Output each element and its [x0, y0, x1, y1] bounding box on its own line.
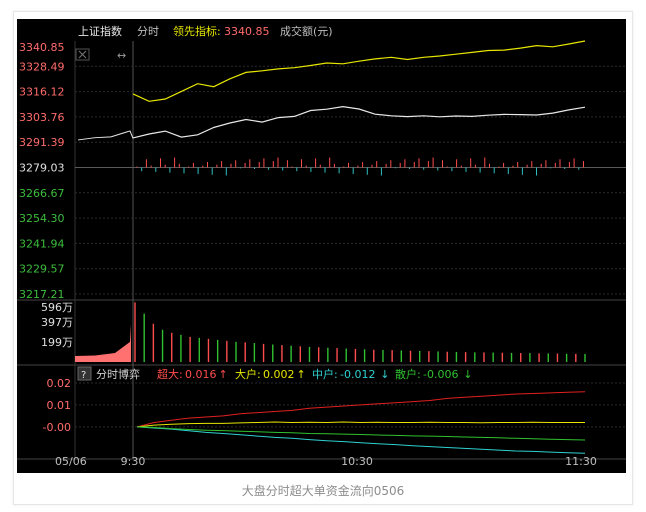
x-tick-label: 11:30: [565, 455, 597, 468]
volume-bars: [75, 302, 586, 362]
caption: 大盘分时超大单资金流向0506: [241, 484, 405, 498]
volume-y-label: 199万: [41, 336, 73, 349]
x-tick-label: 9:30: [121, 455, 146, 468]
y-tick-label: 3241.94: [19, 237, 65, 250]
volume-y-label: 397万: [41, 316, 73, 329]
legend-label: 中户:: [312, 367, 338, 381]
y-tick-label: 3328.49: [19, 60, 65, 73]
y-tick-label: 3316.12: [19, 86, 65, 99]
legend-value: 0.002: [263, 368, 295, 381]
volume-label: 成交额(元): [280, 24, 333, 38]
legend-arrow: ↑: [219, 368, 228, 381]
main-volume-bars: [136, 157, 584, 176]
flow-y-label: -0.00: [43, 421, 71, 434]
y-tick-label: 3340.85: [19, 41, 65, 54]
grid-lines: [17, 41, 626, 460]
flow-legend: 超大: 0.016 ↑ 大户: 0.002 ↑ 中户: -0.012 ↓ 散户: -0.006 ↓: [157, 367, 472, 381]
flow-title[interactable]: 分时博弈: [96, 367, 140, 381]
flow-y-label: 0.02: [47, 377, 72, 390]
legend-arrow: ↓: [380, 368, 389, 381]
axis-labels: 3340.85 3328.49 3316.12 3303.76 3291.39 3279.…: [19, 41, 597, 468]
y-tick-label: 3291.39: [19, 136, 65, 149]
x-tick-label: 05/06: [55, 455, 87, 468]
chart-svg: 3340.85 3328.49 3316.12 3303.76 3291.39 3279.…: [17, 24, 626, 468]
volume-y-label: 596万: [41, 301, 73, 314]
y-tick-label: 3254.30: [19, 212, 65, 225]
money-flow-lines: [136, 391, 586, 454]
index-name[interactable]: 上证指数: [78, 24, 122, 38]
help-icon[interactable]: ?: [77, 366, 92, 381]
y-tick-label: 3217.21: [19, 288, 65, 301]
flow-line-medium: [136, 426, 586, 454]
legend-label: 散户:: [395, 367, 421, 381]
flow-line-super_large: [136, 391, 586, 428]
legend-value: -0.006: [423, 368, 458, 381]
market-chart: 3340.85 3328.49 3316.12 3303.76 3291.39 3279.…: [17, 19, 626, 473]
flow-line-large: [136, 421, 585, 428]
mode-label[interactable]: 分时: [137, 25, 159, 38]
y-tick-label: 3229.57: [19, 263, 65, 276]
legend-label: 大户:: [235, 367, 261, 381]
x-tick-label: 10:30: [341, 455, 373, 468]
preopen-volume-area: [75, 323, 131, 362]
preopen-line: [77, 130, 134, 141]
index-line: [132, 105, 586, 139]
legend-label: 超大:: [157, 367, 183, 381]
legend-value: 0.016: [185, 368, 217, 381]
close-icon[interactable]: [75, 48, 90, 61]
y-tick-label: 3266.67: [19, 187, 65, 200]
y-tick-label: 3303.76: [19, 111, 65, 124]
leading-label: 领先指标:: [173, 24, 221, 38]
y-tick-label: 3279.03: [19, 162, 65, 175]
legend-arrow: ↑: [297, 368, 306, 381]
resize-handle-icon[interactable]: ↔: [117, 49, 126, 62]
flow-line-small: [136, 426, 586, 441]
leading-value: 3340.85: [224, 25, 270, 38]
leading-indicator-line: [132, 40, 586, 102]
legend-value: -0.012: [340, 368, 375, 381]
price-lines: [77, 40, 586, 141]
legend-arrow: ↓: [463, 368, 472, 381]
svg-text:?: ?: [81, 370, 86, 381]
flow-y-label: 0.01: [47, 399, 72, 412]
